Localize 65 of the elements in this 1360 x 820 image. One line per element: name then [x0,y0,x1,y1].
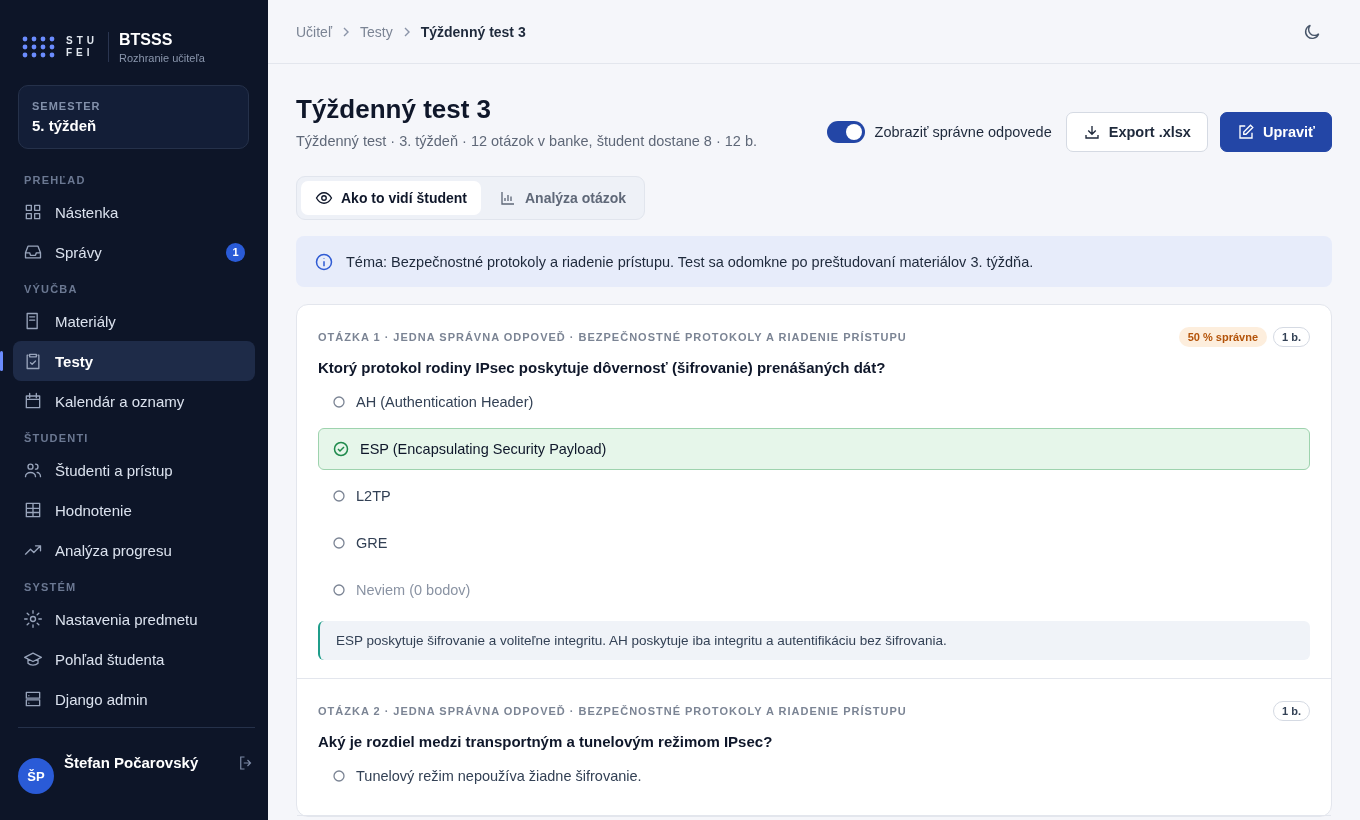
eye-icon [315,189,333,207]
nav-icon [23,689,43,709]
page-title: Týždenný test 3 [296,94,493,125]
sidebar-item[interactable]: Materiály [13,301,255,341]
edit-button[interactable]: Upraviť [1219,112,1332,152]
question-meta: OTÁZKA 1 · JEDNA SPRÁVNA ODPOVEĎ · BEZPEČNOSTNÉ PROTOKOLY A RIADENIE PRÍSTUPU [318,331,907,343]
chevron-icon [341,26,351,37]
nav-section-title: VÝUČBA [23,282,79,297]
sidebar-item[interactable]: Django admin [13,679,255,719]
toggle-label: Zobraziť správne odpovede [874,124,1052,140]
bar-chart-icon [499,189,517,207]
breadcrumb-item: Týždenný test 3 [420,23,526,40]
nav-icon [23,500,43,520]
tab[interactable]: Analýza otázok [485,181,641,215]
user-name: Štefan Počarovský [64,754,200,771]
app-name: BTSSS [119,30,174,49]
nav-icon [23,391,43,411]
radio-icon [333,770,345,782]
unread-badge: 1 [226,242,245,262]
download-icon [1082,123,1101,141]
logo-dots-icon [22,36,56,58]
tab[interactable]: Ako to vidí študent [301,181,481,215]
sidebar-item[interactable]: Správy 1 [13,232,255,272]
export-button[interactable]: Export .xlsx [1065,112,1208,152]
page-subtitle: Týždenný test · 3. týždeň · 12 otázok v banke, študent dostane 8 · 12 b. [296,133,758,149]
sidebar-item[interactable]: Analýza progresu [13,530,255,570]
answer-option: Neviem (0 bodov) [318,569,1310,611]
sidebar-item[interactable]: Testy [13,341,255,381]
question-text: Aký je rozdiel medzi transportným a tunelovým režimom IPsec? [318,733,774,750]
info-text: Téma: Bezpečnostné protokoly a riadenie prístupu. Test sa odomkne po preštudovaní materiálov 3. týždňa. [346,253,1034,270]
logo-text: STU [66,35,98,47]
question-text: Ktorý protokol rodiny IPsec poskytuje dôvernosť (šifrovanie) prenášaných dát? [318,359,887,376]
sidebar-item[interactable]: Kalendár a oznamy [13,381,255,421]
sidebar-item[interactable]: Nástenka [13,192,255,232]
semester-label: SEMESTER [32,100,102,112]
answer-option: L2TP [318,475,1310,517]
logo-text: FEI [66,47,95,59]
question-meta: OTÁZKA 2 · JEDNA SPRÁVNA ODPOVEĎ · BEZPEČNOSTNÉ PROTOKOLY A RIADENIE PRÍSTUPU [318,705,907,717]
sidebar-item[interactable]: Hodnotenie [13,490,255,530]
radio-icon [333,584,345,596]
app-subtitle: Rozhranie učiteľa [119,51,205,64]
answer-option: AH (Authentication Header) [318,381,1310,423]
success-rate-badge: 50 % správne [1178,327,1268,347]
sidebar-item[interactable]: Študenti a prístup [13,450,255,490]
answer-option: ESP (Encapsulating Security Payload) [318,428,1310,470]
user-avatar: ŠP [18,758,54,794]
info-icon [314,251,334,272]
radio-icon [333,537,345,549]
explanation-note: ESP poskytuje šifrovanie a voliteľne integritu. AH poskytuje iba integritu a autentifikáciu bez šifrovania. [318,621,1310,660]
toggle-switch[interactable] [826,121,865,143]
nav-icon [23,202,43,222]
radio-icon [333,490,345,502]
nav-section-title: ŠTUDENTI [23,431,90,446]
sidebar-item[interactable]: Pohľad študenta [13,639,255,679]
edit-icon [1236,123,1255,141]
nav-section-title: SYSTÉM [23,580,78,595]
answer-option: GRE [318,522,1310,564]
semester-value: 5. týždeň [32,117,98,134]
breadcrumb-item[interactable]: Testy [360,23,393,40]
nav-icon [23,609,43,629]
nav-section-title: PREHĽAD [23,173,87,188]
radio-icon [333,396,345,408]
check-circle-icon [333,441,349,457]
answer-option: Tunelový režim nepoužíva žiadne šifrovanie. [318,755,1310,797]
sidebar-item[interactable]: Nastavenia predmetu [13,599,255,639]
